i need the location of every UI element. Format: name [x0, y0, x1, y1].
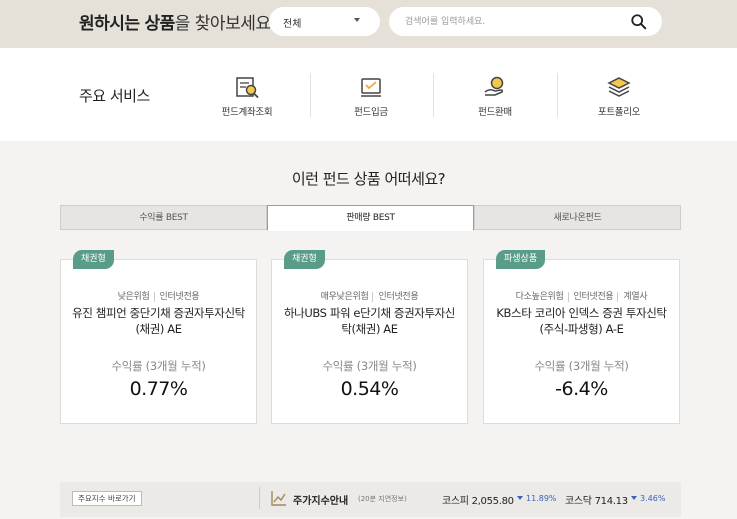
fund-card[interactable]: 매우낮은위험 인터넷전용 하나UBS 파워 e단기채 증권자투자신탁(채권) AE…: [271, 259, 468, 424]
service-label: 펀드계좌조회: [221, 107, 273, 118]
fund-rate: 0.54%: [340, 378, 399, 400]
index-kosdaq: 코스닥 714.13: [565, 496, 628, 507]
index-subtitle: (20분 지연정보): [358, 495, 407, 503]
caret-down-icon: [354, 18, 360, 22]
fund-card[interactable]: 낮은위험 인터넷전용 유진 챔피언 중단기채 증권자투자신탁(채권) AE 수익률…: [60, 259, 257, 424]
index-kosdaq-change: 3.46%: [631, 494, 665, 503]
stock-index-bar: 주요지수 바로가기 주가지수안내 (20분 지연정보) 코스피 2,055.80…: [60, 482, 681, 517]
service-deposit[interactable]: 펀드입금: [321, 74, 421, 120]
main-services: 주요 서비스 펀드계좌조회 펀드입금 펀드환매 포트폴리오: [0, 48, 737, 141]
index-title: 주가지수안내: [293, 496, 349, 507]
service-label: 포트폴리오: [597, 107, 641, 118]
service-label: 펀드환매: [478, 107, 512, 118]
fund-tags: 낮은위험 인터넷전용: [117, 292, 200, 302]
fund-rate: -6.4%: [555, 378, 608, 400]
divider: [259, 487, 260, 509]
search-title: 원하시는 상품을 찾아보세요.: [79, 14, 276, 34]
fund-name: KB스타 코리아 인덱스 증권 투자신탁(주식-파생형) A-E: [496, 306, 667, 336]
fund-tags: 매우낮은위험 인터넷전용: [320, 292, 419, 302]
category-select[interactable]: 전체: [269, 7, 380, 36]
tab-return-best[interactable]: 수익률 BEST: [60, 205, 267, 230]
fund-rate-label: 수익률 (3개월 누적): [534, 359, 629, 373]
divider: [310, 73, 311, 117]
fund-type-badge: 채권형: [73, 250, 114, 269]
service-label: 펀드입금: [354, 107, 388, 118]
search-bar: 원하시는 상품을 찾아보세요. 전체: [0, 0, 737, 48]
fund-type-badge: 채권형: [284, 250, 325, 269]
service-redemption[interactable]: 펀드환매: [445, 74, 545, 120]
fund-tabs: 수익률 BEST 판매량 BEST 새로나온펀드: [60, 205, 681, 231]
fund-rate-label: 수익률 (3개월 누적): [111, 359, 206, 373]
deposit-icon: [361, 78, 381, 97]
fund-card[interactable]: 다소높은위험 인터넷전용 계열사 KB스타 코리아 인덱스 증권 투자신탁(주식-파…: [483, 259, 680, 424]
search-input[interactable]: [405, 11, 615, 32]
tab-new-funds[interactable]: 새로나온펀드: [474, 205, 681, 230]
tab-sales-best[interactable]: 판매량 BEST: [267, 205, 474, 231]
divider: [433, 73, 434, 117]
down-arrow-icon: [631, 496, 637, 500]
down-arrow-icon: [517, 496, 523, 500]
fund-name: 유진 챔피언 중단기채 증권자투자신탁(채권) AE: [72, 306, 245, 336]
index-kospi: 코스피 2,055.80: [442, 496, 514, 507]
fund-rate: 0.77%: [129, 378, 188, 400]
service-account-inquiry[interactable]: 펀드계좌조회: [197, 74, 297, 120]
line-chart-icon: [271, 491, 286, 506]
service-portfolio[interactable]: 포트폴리오: [569, 74, 669, 120]
divider: [557, 73, 558, 117]
search-icon[interactable]: [630, 13, 648, 31]
category-select-value: 전체: [283, 19, 302, 30]
index-kospi-change: 11.89%: [517, 494, 557, 503]
fund-tags: 다소높은위험 인터넷전용 계열사: [515, 292, 648, 302]
index-shortcut-button[interactable]: 주요지수 바로가기: [72, 491, 142, 506]
recommend-title: 이런 펀드 상품 어떠세요?: [291, 170, 446, 188]
portfolio-icon: [607, 77, 631, 97]
fund-rate-label: 수익률 (3개월 누적): [322, 359, 417, 373]
fund-type-badge: 파생상품: [496, 250, 546, 269]
fund-name: 하나UBS 파워 e단기채 증권자투자신탁(채권) AE: [284, 306, 455, 336]
services-title: 주요 서비스: [79, 87, 150, 105]
account-inquiry-icon: [236, 77, 259, 98]
search-box: [389, 7, 662, 36]
redemption-icon: [484, 76, 504, 96]
